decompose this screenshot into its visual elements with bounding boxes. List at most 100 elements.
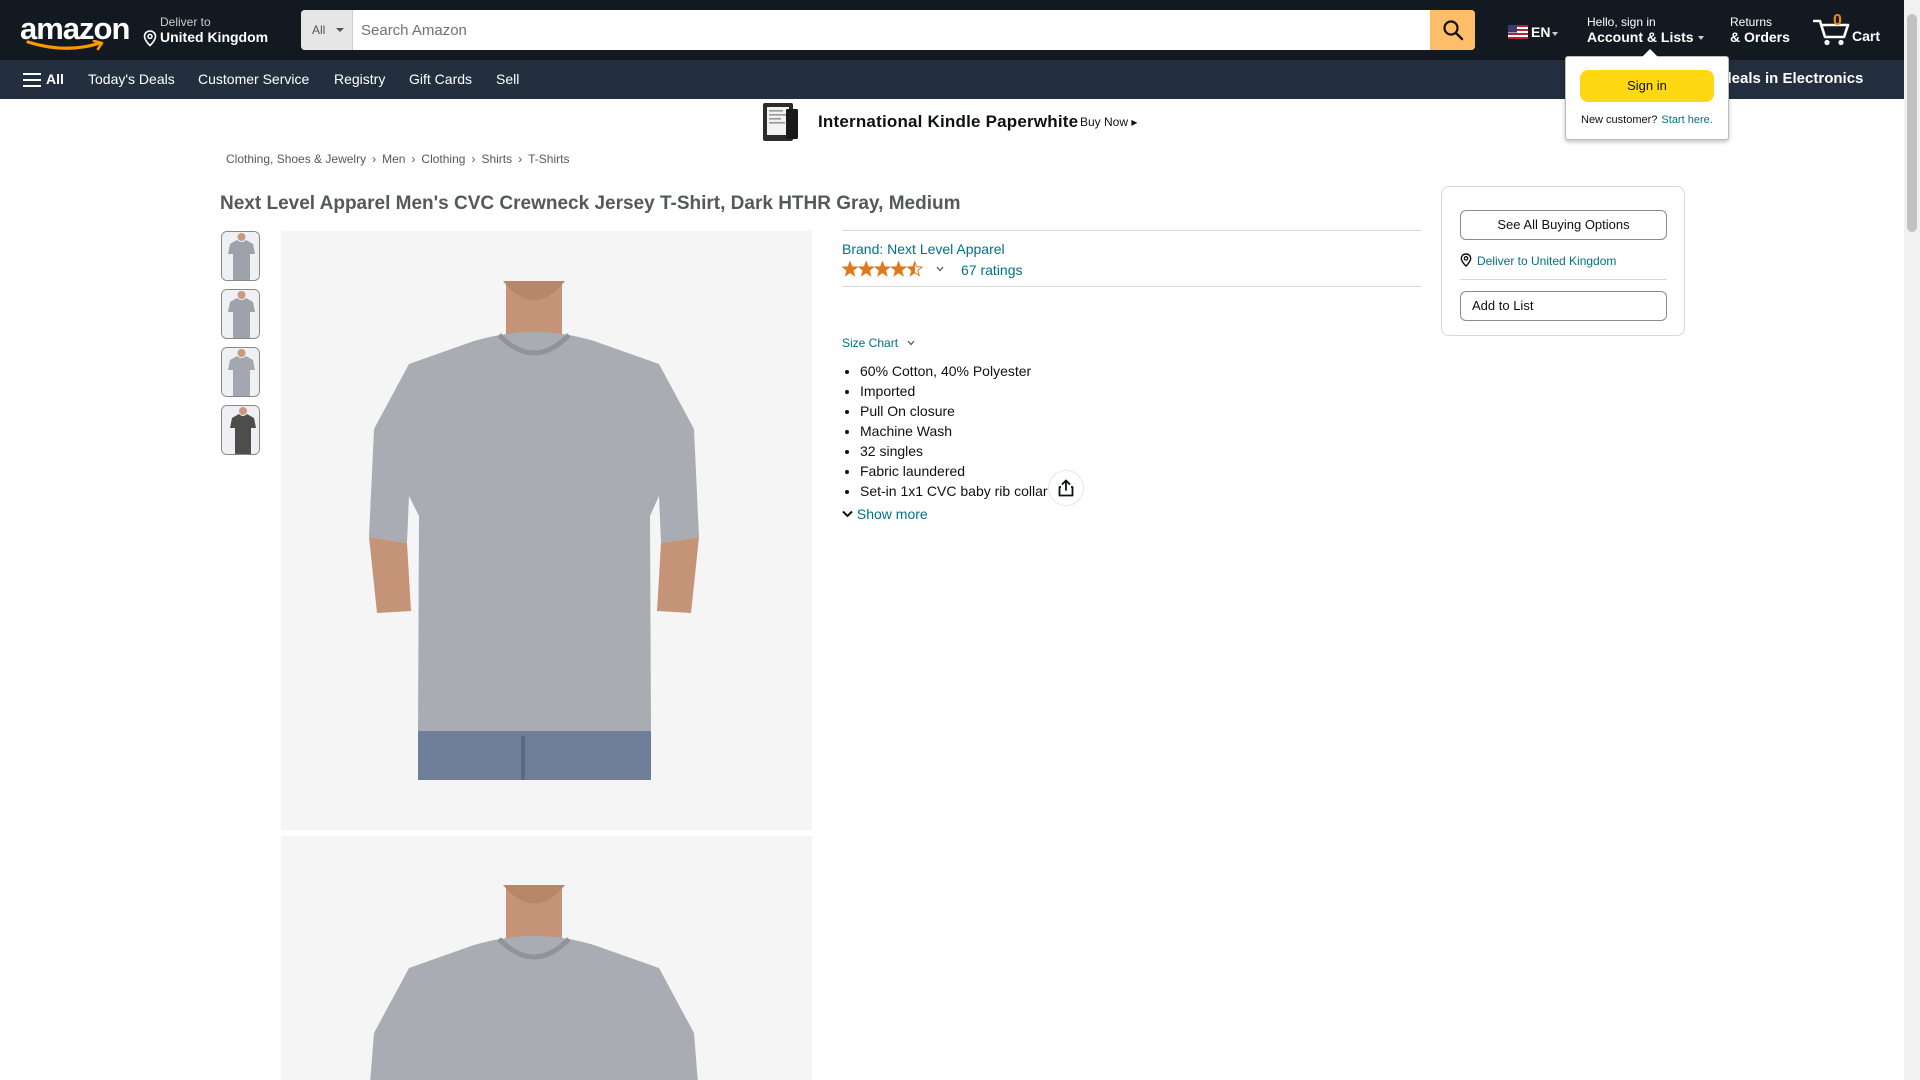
- chevron-down-icon: [936, 266, 944, 272]
- feature-bullet: 60% Cotton, 40% Polyester: [860, 361, 1048, 381]
- hamburger-menu-icon: [23, 73, 41, 87]
- kindle-banner[interactable]: International Kindle Paperwhite Buy Now …: [760, 101, 1160, 143]
- app-root: amazon Deliver to United Kingdom All Sea…: [0, 0, 1920, 1080]
- tshirt-image: [281, 231, 812, 830]
- thumbnail-image[interactable]: [221, 347, 260, 397]
- search-input[interactable]: [353, 10, 1432, 50]
- share-button[interactable]: [1049, 471, 1083, 505]
- feature-bullet: Set-in 1x1 CVC baby rib collar: [860, 481, 1048, 501]
- chevron-down-icon: [1552, 32, 1559, 36]
- banner-title: International Kindle Paperwhite: [818, 112, 1079, 131]
- show-more-label: Show more: [856, 506, 928, 522]
- show-more-toggle[interactable]: Show more: [842, 506, 928, 522]
- breadcrumb-item[interactable]: Clothing, Shoes & Jewelry: [226, 152, 366, 166]
- second-product-image[interactable]: [281, 836, 812, 1080]
- nav-customer-service[interactable]: Customer Service: [198, 71, 309, 87]
- tshirt-thumbnail-icon: [222, 290, 259, 338]
- location-pin-icon: [143, 30, 157, 47]
- new-customer-text: New customer? Start here.: [1581, 114, 1713, 126]
- search-button[interactable]: [1430, 10, 1475, 50]
- returns-and-orders[interactable]: Returns & Orders: [1730, 15, 1790, 45]
- location-pin-icon: [1460, 253, 1472, 267]
- nav-todays-deals[interactable]: Today's Deals: [88, 71, 175, 87]
- breadcrumb-chevron-icon: ›: [471, 152, 476, 166]
- account-and-lists[interactable]: Hello, sign in Account & Lists: [1587, 15, 1704, 45]
- us-flag-icon: [1508, 25, 1528, 39]
- tshirt-thumbnail-icon: [222, 406, 259, 454]
- deliver-to-location[interactable]: Deliver to United Kingdom: [141, 15, 268, 47]
- all-menu-label: All: [46, 71, 64, 87]
- start-here-link[interactable]: Start here.: [1661, 114, 1712, 126]
- nav-gift-cards[interactable]: Gift Cards: [409, 71, 472, 87]
- deliver-country: United Kingdom: [160, 29, 269, 45]
- share-icon: [1058, 479, 1074, 497]
- thumbnail-image[interactable]: [221, 231, 260, 281]
- rating-star-icon: [857, 261, 875, 277]
- signin-flyout: Sign in New customer? Start here.: [1565, 49, 1729, 140]
- language-selector[interactable]: EN: [1508, 24, 1559, 40]
- nav-sell[interactable]: Sell: [496, 71, 519, 87]
- main-product-image[interactable]: [281, 231, 1083, 830]
- feature-bullet: Pull On closure: [860, 401, 1048, 421]
- breadcrumb-item[interactable]: Shirts: [481, 152, 512, 166]
- search-bar: All: [301, 10, 1475, 50]
- ratings-count-link[interactable]: 67 ratings: [961, 262, 1022, 278]
- cart-button[interactable]: 0 Cart: [1812, 10, 1892, 50]
- see-all-buying-options-button[interactable]: See All Buying Options: [1460, 210, 1667, 240]
- feature-bullets: 60% Cotton, 40% Polyester Imported Pull …: [860, 361, 1048, 501]
- all-menu-button[interactable]: All: [23, 71, 64, 87]
- chevron-down-icon: [842, 510, 853, 518]
- search-category-dropdown[interactable]: All: [301, 10, 353, 50]
- top-nav-bar: amazon Deliver to United Kingdom All Sea…: [0, 0, 1904, 60]
- tshirt-image: [281, 836, 812, 1080]
- scrollbar-thumb[interactable]: [1907, 14, 1917, 232]
- breadcrumb-chevron-icon: ›: [411, 152, 416, 166]
- amazon-logo[interactable]: amazon: [20, 13, 130, 51]
- deliver-to-label: Deliver to United Kingdom: [1477, 254, 1617, 268]
- cart-count: 0: [1833, 12, 1842, 29]
- brand-link[interactable]: Brand: Next Level Apparel: [842, 241, 1005, 257]
- buy-box: See All Buying Options Deliver to United…: [1441, 186, 1685, 336]
- feature-bullet: Imported: [860, 381, 1048, 401]
- flyout-arrow: [1642, 49, 1658, 57]
- kindle-device-icon: [763, 103, 798, 141]
- rating-star-icon: [873, 261, 891, 277]
- page-scrollbar[interactable]: [1904, 0, 1920, 1080]
- deliver-to-link[interactable]: Deliver to United Kingdom: [1460, 253, 1616, 268]
- chevron-down-icon: [907, 340, 915, 346]
- nav-registry[interactable]: Registry: [334, 71, 385, 87]
- language-code: EN: [1531, 24, 1551, 40]
- breadcrumb-item[interactable]: T-Shirts: [528, 152, 569, 166]
- feature-bullet: 32 singles: [860, 441, 1048, 461]
- banner-buy-now[interactable]: Buy Now ▸: [1080, 115, 1137, 129]
- breadcrumb-item[interactable]: Men: [382, 152, 405, 166]
- thumbnail-image[interactable]: [221, 289, 260, 339]
- cart-icon: [1813, 19, 1850, 46]
- cart-label: Cart: [1852, 28, 1881, 44]
- breadcrumb: Clothing, Shoes & Jewelry › Men › Clothing…: [226, 152, 569, 166]
- rating-star-icon: [890, 261, 908, 277]
- add-to-list-button[interactable]: Add to List: [1460, 291, 1667, 321]
- size-chart-link[interactable]: Size Chart: [842, 336, 915, 350]
- product-title: Next Level Apparel Men's CVC Crewneck Je…: [220, 193, 961, 214]
- orders-label: & Orders: [1730, 29, 1790, 45]
- tshirt-thumbnail-icon: [222, 348, 259, 396]
- thumbnail-image[interactable]: [221, 405, 260, 455]
- feature-bullet: Machine Wash: [860, 421, 1048, 441]
- breadcrumb-chevron-icon: ›: [372, 152, 377, 166]
- search-category-label: All: [312, 23, 326, 37]
- search-icon: [1442, 20, 1463, 41]
- chevron-down-icon: [1697, 36, 1704, 40]
- buybox-divider: [1460, 279, 1667, 280]
- details-divider-bottom: [842, 286, 1421, 287]
- details-divider-top: [842, 230, 1421, 231]
- returns-label: Returns: [1730, 15, 1773, 29]
- account-label: Account & Lists: [1587, 29, 1694, 45]
- breadcrumb-item[interactable]: Clothing: [421, 152, 465, 166]
- star-rating[interactable]: [842, 261, 944, 277]
- deliver-label: Deliver to: [160, 15, 211, 29]
- rating-star-icon: [906, 261, 924, 277]
- signin-button[interactable]: Sign in: [1580, 70, 1714, 102]
- feature-bullet: Fabric laundered: [860, 461, 1048, 481]
- tshirt-thumbnail-icon: [222, 232, 259, 280]
